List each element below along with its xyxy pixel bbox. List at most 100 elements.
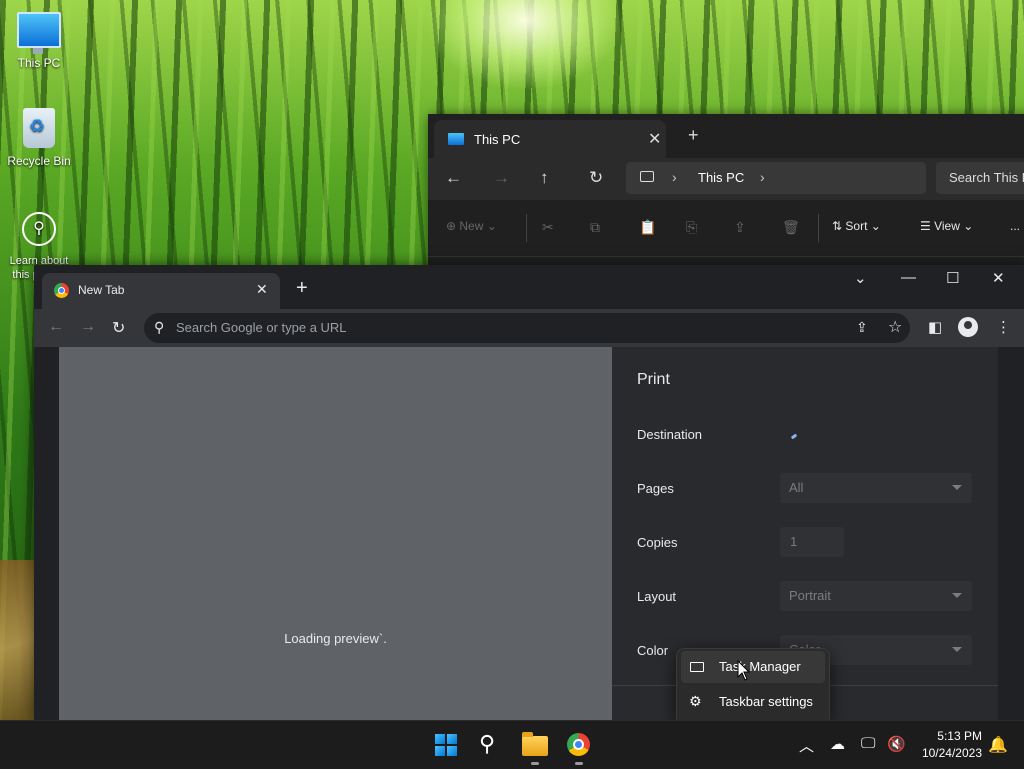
loading-preview-text: Loading preview`. [284, 631, 387, 646]
new-button[interactable]: ⊕ New ⌄ [446, 219, 497, 233]
explorer-tab-bar: This PC ✕ + [428, 114, 1024, 158]
computer-icon [448, 133, 464, 145]
sort-button[interactable]: ⇅ Sort ⌄ [832, 219, 881, 233]
share-icon[interactable]: ⇪ [856, 319, 868, 336]
share-icon[interactable]: ⇪ [734, 219, 746, 236]
chrome-tab[interactable]: New Tab ✕ [42, 273, 280, 309]
task-manager-icon [690, 662, 704, 672]
file-explorer-icon[interactable] [522, 732, 548, 756]
taskbar-context-menu: Task Manager ⚙ Taskbar settings [676, 648, 830, 722]
close-window-icon[interactable]: ✕ [992, 269, 1005, 287]
desktop-icon-recycle-bin[interactable]: Recycle Bin [1, 108, 77, 168]
refresh-icon[interactable]: ↻ [589, 168, 603, 188]
recycle-bin-icon [23, 108, 55, 148]
menu-item-taskbar-settings[interactable]: ⚙ Taskbar settings [681, 686, 825, 718]
address-bar[interactable]: › This PC › [626, 162, 926, 194]
scrollbar-track[interactable] [998, 347, 1024, 720]
back-arrow-icon[interactable]: ← [48, 318, 64, 336]
more-menu-icon[interactable]: ⋮ [996, 318, 1011, 336]
taskbar-search-icon[interactable]: ⚲ [479, 731, 495, 757]
notification-bell-icon[interactable]: 🔔 [988, 735, 1008, 755]
side-panel-icon[interactable]: ◧ [928, 318, 942, 336]
monitor-icon [640, 171, 654, 182]
search-placeholder: Search This PC [949, 170, 1024, 185]
windows-logo-icon [447, 746, 457, 756]
learn-about-picture-icon: ⚲ [22, 212, 56, 246]
new-label: New [459, 219, 484, 233]
copy-icon[interactable]: ⧉ [590, 219, 600, 236]
paste-icon[interactable]: 📋 [639, 219, 656, 236]
minimize-icon[interactable]: — [901, 269, 916, 286]
clock-time[interactable]: 5:13 PM [920, 729, 982, 743]
omnibox-placeholder: Search Google or type a URL [176, 320, 347, 335]
chevron-right-icon[interactable]: › [672, 169, 677, 185]
reload-icon[interactable]: ↻ [112, 318, 125, 338]
layout-select[interactable]: Portrait [780, 581, 972, 611]
print-title: Print [637, 371, 670, 388]
chrome-favicon-icon [54, 283, 69, 298]
maximize-icon[interactable]: ☐ [946, 269, 959, 287]
chrome-tab-title: New Tab [78, 283, 125, 297]
search-icon: ⚲ [154, 319, 165, 335]
forward-arrow-icon[interactable]: → [493, 168, 510, 188]
chrome-tab-strip: New Tab ✕ + ⌄ — ☐ ✕ [34, 265, 1024, 309]
chevron-right-icon[interactable]: › [760, 169, 765, 185]
chrome-icon[interactable] [567, 733, 590, 756]
sort-label: Sort [845, 219, 868, 233]
chevron-down-icon [952, 593, 962, 598]
profile-avatar-icon[interactable] [958, 317, 978, 337]
file-explorer-window: This PC ✕ + ← → ↑ ↻ › This PC › Search T… [428, 114, 1024, 274]
windows-logo-icon [435, 734, 445, 744]
gear-icon: ⚙ [689, 693, 702, 709]
chrome-toolbar: ← → ↻ ⚲ Search Google or type a URL ⇪ ☆ … [34, 309, 1024, 347]
chrome-window: New Tab ✕ + ⌄ — ☐ ✕ ← → ↻ ⚲ Search Googl… [34, 265, 1024, 720]
rename-icon[interactable]: ⎘ [686, 219, 697, 236]
layout-value: Portrait [789, 588, 831, 603]
copies-input[interactable]: 1 [780, 527, 844, 557]
cut-icon[interactable]: ✂ [542, 219, 554, 236]
up-arrow-icon[interactable]: ↑ [540, 168, 549, 188]
close-tab-icon[interactable]: ✕ [648, 129, 661, 149]
explorer-tab-title: This PC [474, 132, 521, 147]
running-indicator [531, 762, 539, 765]
pages-select[interactable]: All [780, 473, 972, 503]
divider [818, 214, 819, 242]
print-preview-area: Loading preview`. [59, 347, 612, 720]
loading-spinner-icon [790, 433, 798, 440]
divider [526, 214, 527, 242]
omnibox[interactable]: ⚲ Search Google or type a URL ⇪ ☆ [144, 313, 910, 343]
tab-search-icon[interactable]: ⌄ [854, 269, 867, 287]
view-button[interactable]: ☰ View ⌄ [920, 219, 973, 233]
more-options-button[interactable]: ... [1010, 219, 1020, 233]
volume-muted-icon[interactable]: 🔇 [887, 735, 906, 753]
desktop-icon-label: Recycle Bin [7, 154, 71, 168]
windows-logo-icon [435, 746, 445, 756]
close-tab-icon[interactable]: ✕ [256, 281, 268, 298]
taskbar: ⚲ ︿ ☁ 🖵 🔇 5:13 PM 10/24/2023 🔔 [0, 720, 1024, 769]
running-indicator [575, 762, 583, 765]
back-arrow-icon[interactable]: ← [445, 168, 462, 188]
mouse-cursor-icon [737, 659, 751, 682]
explorer-search-box[interactable]: Search This PC [936, 162, 1024, 194]
show-hidden-icons-chevron-icon[interactable]: ︿ [799, 735, 814, 756]
copies-value: 1 [790, 534, 798, 549]
network-icon[interactable]: 🖵 [861, 735, 875, 752]
menu-item-task-manager[interactable]: Task Manager [681, 651, 825, 683]
pages-value: All [789, 480, 804, 495]
desktop-icon-this-pc[interactable]: This PC [1, 12, 77, 70]
forward-arrow-icon[interactable]: → [80, 318, 96, 336]
view-label: View [934, 219, 960, 233]
bookmark-star-icon[interactable]: ☆ [888, 317, 902, 337]
delete-icon[interactable]: 🗑 [782, 219, 800, 236]
menu-item-label: Task Manager [719, 659, 801, 674]
color-label: Color [637, 643, 669, 658]
explorer-command-bar: ⊕ New ⌄ ✂ ⧉ 📋 ⎘ ⇪ 🗑 ⇅ Sort ⌄ ☰ View ⌄ ..… [428, 200, 1024, 257]
breadcrumb-this-pc[interactable]: This PC [698, 170, 744, 185]
pages-label: Pages [637, 481, 674, 496]
clock-date[interactable]: 10/24/2023 [910, 746, 982, 760]
explorer-tab[interactable]: This PC ✕ [434, 120, 666, 158]
onedrive-icon[interactable]: ☁ [830, 735, 845, 753]
start-button[interactable] [435, 734, 457, 756]
new-tab-icon[interactable]: + [296, 278, 308, 298]
new-tab-icon[interactable]: + [688, 125, 699, 146]
